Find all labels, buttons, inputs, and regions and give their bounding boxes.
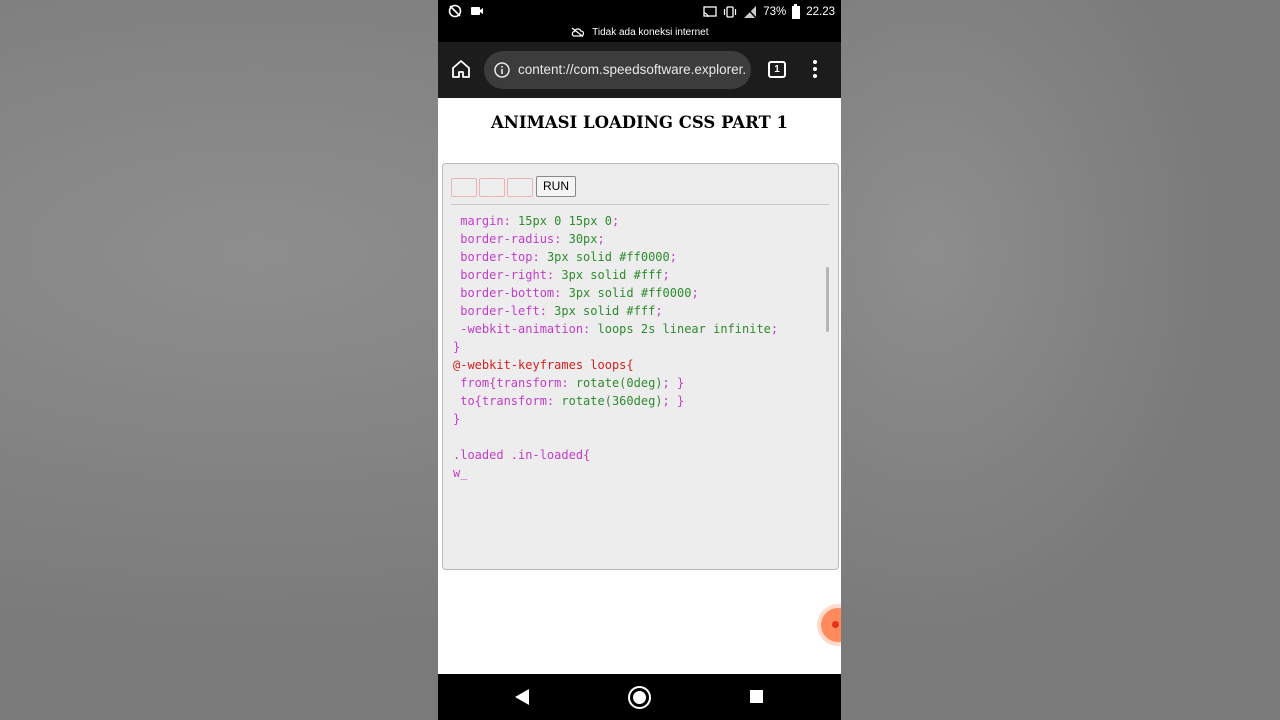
url-text[interactable]: content://com.speedsoftware.explorer.	[518, 62, 746, 77]
editor-divider	[451, 204, 829, 205]
code-token: :	[561, 376, 576, 390]
code-token: ;	[691, 286, 699, 300]
code-line: -webkit-animation: loops 2s linear infin…	[453, 320, 823, 338]
code-token: border-bottom	[453, 286, 555, 300]
page-title: ANIMASI LOADING CSS PART 1	[490, 113, 789, 132]
code-token: :	[539, 304, 555, 318]
code-token: ;	[662, 268, 670, 282]
editor-scrollbar[interactable]	[826, 267, 829, 332]
code-token: loops 2s linear infinite	[597, 322, 771, 336]
code-token: border-left	[453, 304, 540, 318]
code-line: }	[453, 338, 823, 356]
code-token: @-webkit-keyframes	[453, 358, 584, 372]
back-icon[interactable]	[515, 689, 529, 705]
editor-button-3[interactable]	[507, 178, 533, 197]
code-token: :	[532, 250, 547, 264]
code-token: loops{	[583, 358, 634, 372]
recent-apps-icon[interactable]	[750, 690, 763, 703]
clock: 22.23	[806, 6, 835, 18]
code-line: border-bottom: 3px solid #ff0000;	[453, 284, 823, 302]
code-token: 15px 0 15px 0	[518, 214, 612, 228]
code-token: rotate(360deg)	[561, 394, 663, 408]
battery-icon	[792, 3, 801, 19]
code-line: .loaded .in-loaded{	[453, 446, 823, 464]
code-line: margin: 15px 0 15px 0;	[453, 212, 823, 230]
code-line: border-right: 3px solid #fff;	[453, 266, 823, 284]
code-token: border-radius	[453, 232, 555, 246]
code-token: w_	[453, 466, 468, 480]
info-icon[interactable]	[494, 62, 510, 78]
code-token: :	[503, 214, 519, 228]
code-token: .loaded .in-loaded{	[453, 448, 591, 462]
navigation-bar	[438, 674, 841, 720]
offline-banner: Tidak ada koneksi internet	[438, 24, 841, 42]
video-camera-icon	[471, 7, 483, 15]
code-token: 30px	[568, 232, 598, 246]
cast-icon	[703, 6, 717, 18]
code-line: w_	[453, 464, 823, 482]
code-token: ;	[669, 250, 677, 264]
blurred-background-right	[841, 0, 1280, 720]
code-token: :	[546, 268, 562, 282]
status-bar: 73% 22.23	[438, 0, 841, 24]
code-token: 3px solid #fff	[554, 304, 656, 318]
home-circle-icon[interactable]	[628, 686, 651, 709]
code-editor[interactable]: RUN margin: 15px 0 15px 0; border-radius…	[442, 163, 839, 570]
code-token: :	[554, 286, 569, 300]
code-token: to{transform	[453, 394, 547, 408]
editor-button-2[interactable]	[479, 178, 505, 197]
battery-percentage: 73%	[763, 6, 787, 18]
code-token: }	[453, 340, 461, 354]
code-token: :	[583, 322, 598, 336]
home-icon[interactable]	[450, 58, 472, 80]
code-token: 3px solid #ff0000	[546, 250, 670, 264]
code-line: to{transform: rotate(360deg); }	[453, 392, 823, 410]
code-token: ;	[655, 304, 663, 318]
code-line: border-left: 3px solid #fff;	[453, 302, 823, 320]
more-options-icon[interactable]	[809, 60, 821, 80]
code-token: -webkit-animation	[453, 322, 584, 336]
editor-button-1[interactable]	[451, 178, 477, 197]
cloud-off-icon	[571, 27, 584, 38]
code-token: border-right	[453, 268, 547, 282]
url-bar[interactable]: content://com.speedsoftware.explorer.	[484, 51, 751, 89]
no-signal-icon	[744, 5, 757, 19]
code-token: ; }	[662, 376, 685, 390]
vibrate-icon	[724, 6, 737, 18]
run-button[interactable]: RUN	[536, 176, 576, 197]
code-token: :	[554, 232, 569, 246]
code-token: ; }	[662, 394, 685, 408]
browser-toolbar: content://com.speedsoftware.explorer. 1	[438, 42, 841, 98]
offline-banner-text: Tidak ada koneksi internet	[592, 27, 709, 38]
code-token: 3px solid #fff	[561, 268, 663, 282]
code-token: ;	[611, 214, 620, 228]
code-line: from{transform: rotate(0deg); }	[453, 374, 823, 392]
code-token: }	[453, 412, 461, 426]
code-token: rotate(0deg)	[575, 376, 663, 390]
floating-record-button[interactable]	[821, 608, 841, 642]
code-line: }	[453, 410, 823, 428]
code-token: ;	[597, 232, 605, 246]
phone-screen: 73% 22.23 Tidak ada koneksi internet con…	[438, 0, 841, 720]
code-token: margin	[453, 214, 504, 228]
code-token: ;	[770, 322, 779, 336]
tab-switcher-button[interactable]: 1	[768, 61, 786, 78]
code-token: :	[546, 394, 562, 408]
code-token: border-top	[453, 250, 533, 264]
no-location-icon	[448, 4, 462, 18]
code-line: border-radius: 30px;	[453, 230, 823, 248]
code-area[interactable]: margin: 15px 0 15px 0; border-radius: 30…	[453, 212, 823, 482]
code-token: from{transform	[453, 376, 562, 390]
code-token: 3px solid #ff0000	[568, 286, 692, 300]
code-line: border-top: 3px solid #ff0000;	[453, 248, 823, 266]
code-line: @-webkit-keyframes loops{	[453, 356, 823, 374]
